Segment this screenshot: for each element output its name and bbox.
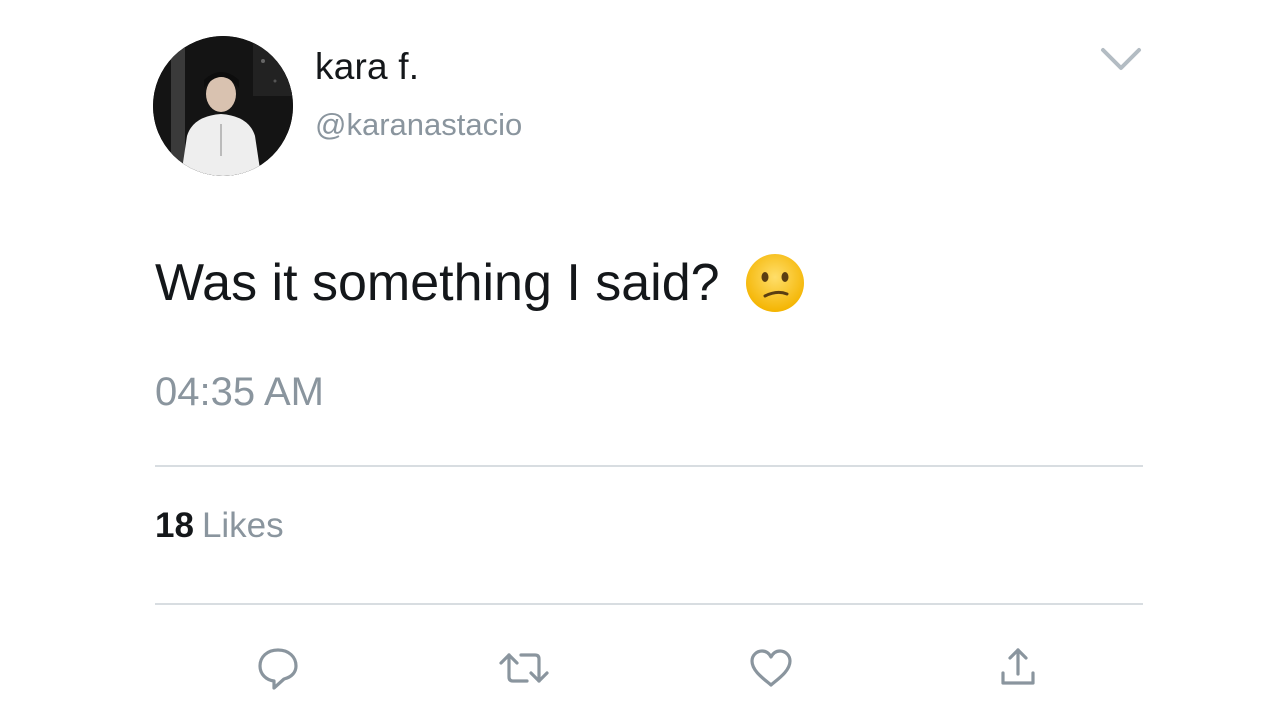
like-button[interactable] [741,638,801,698]
display-name[interactable]: kara f. [315,46,419,88]
avatar[interactable] [153,36,293,176]
chevron-down-icon[interactable] [1097,42,1145,76]
likes-stat[interactable]: 18 Likes [155,506,284,546]
tweet-text: Was it something I said? [155,252,806,314]
tweet-body: Was it something I said? [155,254,720,312]
retweet-button[interactable] [494,638,554,698]
likes-count: 18 [155,506,194,545]
reply-button[interactable] [248,638,308,698]
profile-photo-icon [153,36,293,176]
tweet-timestamp: 04:35 AM [155,370,325,414]
user-handle[interactable]: @karanastacio [315,107,522,143]
retweet-arrows-icon [499,653,549,683]
divider [155,603,1143,605]
confused-face-emoji-icon [744,252,806,314]
share-button[interactable] [988,638,1048,698]
share-upload-icon [1001,648,1035,685]
heart-icon [750,649,792,687]
speech-bubble-icon [258,648,298,690]
tweet-card: kara f. @karanastacio Was it something I… [0,0,1280,720]
divider [155,465,1143,467]
likes-label: Likes [201,506,284,545]
